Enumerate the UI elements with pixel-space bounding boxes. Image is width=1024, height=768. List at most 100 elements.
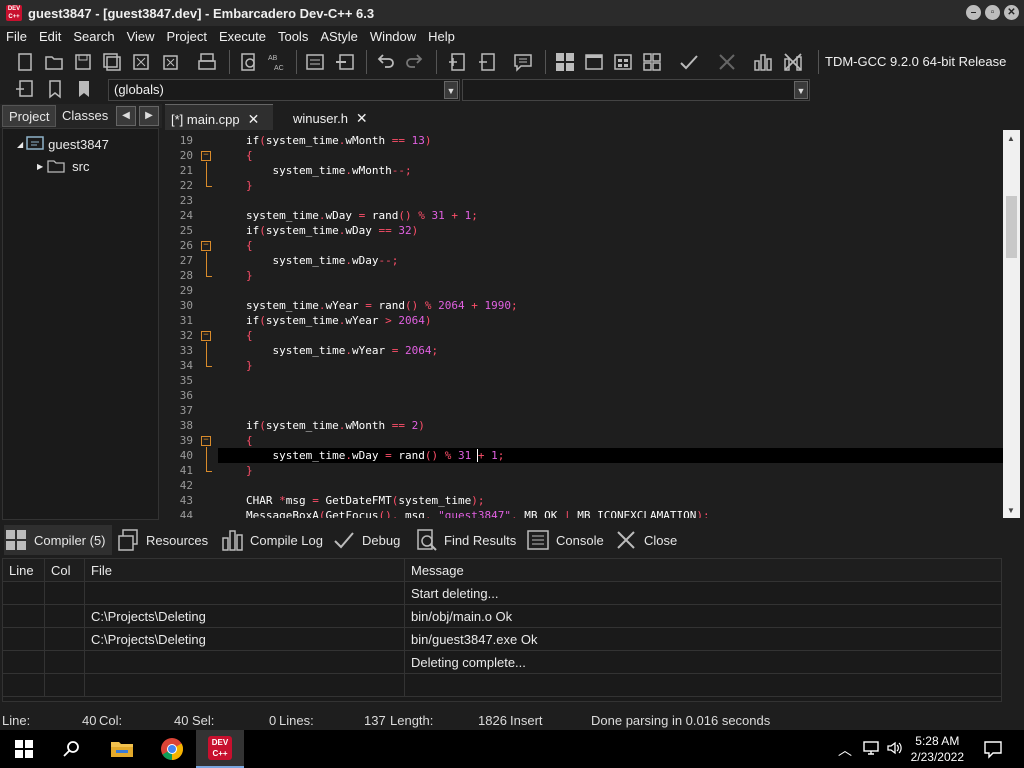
save-all-icon[interactable] — [101, 51, 123, 73]
scrollbar-thumb[interactable] — [1006, 196, 1017, 258]
network-icon[interactable] — [862, 739, 880, 760]
table-cell[interactable] — [3, 674, 45, 697]
code-line[interactable]: 26 {− — [165, 238, 1003, 253]
menu-astyle[interactable]: AStyle — [314, 29, 364, 44]
tab-classes[interactable]: Classes — [56, 105, 114, 127]
compiler-select[interactable]: TDM-GCC 9.2.0 64-bit Release — [818, 50, 1018, 74]
chrome-icon[interactable] — [148, 730, 196, 768]
tab-compile-log[interactable]: Compile Log — [220, 525, 323, 555]
menu-project[interactable]: Project — [161, 29, 213, 44]
new-file-icon[interactable] — [14, 51, 36, 73]
code-line[interactable]: 24 system_time.wDay = rand() % 31 + 1; — [165, 208, 1003, 223]
code-line[interactable]: 40 system_time.wDay = rand() % 31 + 1; — [180, 448, 1003, 463]
tab-find-results[interactable]: Find Results — [414, 525, 516, 555]
code-line[interactable]: 30 system_time.wYear = rand() % 2064 + 19… — [165, 298, 1003, 313]
undo-icon[interactable] — [374, 51, 396, 73]
code-line[interactable]: 27 system_time.wDay--; — [165, 253, 1003, 268]
table-cell[interactable]: C:\Projects\Deleting — [85, 628, 405, 651]
menu-help[interactable]: Help — [422, 29, 461, 44]
close-all-icon[interactable] — [159, 51, 181, 73]
file-explorer-icon[interactable] — [98, 730, 146, 768]
scroll-down-icon[interactable]: ▼ — [1007, 506, 1015, 515]
menu-edit[interactable]: Edit — [33, 29, 67, 44]
maximize-button[interactable]: ▫ — [985, 5, 1000, 20]
chevron-left-icon[interactable]: ◀ — [116, 106, 136, 126]
tab-main-cpp[interactable]: [*] main.cpp ✕ — [165, 104, 273, 130]
chevron-right-icon[interactable]: ▶ — [139, 106, 159, 126]
profile-icon[interactable] — [752, 51, 774, 73]
print-icon[interactable] — [196, 51, 218, 73]
table-cell[interactable] — [85, 651, 405, 674]
code-line[interactable]: 32 {− — [165, 328, 1003, 343]
close-window-button[interactable]: ✕ — [1004, 5, 1019, 20]
table-cell[interactable] — [85, 582, 405, 605]
compile-run-icon[interactable] — [612, 51, 634, 73]
code-line[interactable]: 20 {− — [165, 148, 1003, 163]
tab-resources[interactable]: Resources — [116, 525, 208, 555]
delete-profile-icon[interactable] — [782, 51, 804, 73]
collapse-arrow-icon[interactable]: ◢ — [17, 140, 23, 149]
fold-toggle-icon[interactable]: − — [201, 331, 211, 341]
goto-bookmark-icon[interactable] — [73, 78, 95, 100]
code-line[interactable]: 35 — [165, 373, 1003, 388]
fold-toggle-icon[interactable]: − — [201, 241, 211, 251]
code-line[interactable]: 37 — [165, 403, 1003, 418]
tab-console[interactable]: Console — [526, 525, 604, 555]
stop-execution-icon[interactable] — [716, 51, 738, 73]
code-line[interactable]: 36 — [165, 388, 1003, 403]
expand-arrow-icon[interactable]: ▶ — [37, 162, 43, 171]
scope-combo[interactable]: (globals) ▼ — [108, 79, 460, 101]
code-line[interactable]: 19 if(system_time.wMonth == 13) — [165, 133, 1003, 148]
code-line[interactable]: 31 if(system_time.wYear > 2064) — [165, 313, 1003, 328]
goto-icon[interactable] — [14, 78, 36, 100]
project-options-icon[interactable] — [512, 51, 534, 73]
menu-view[interactable]: View — [121, 29, 161, 44]
system-clock[interactable]: 5:28 AM 2/23/2022 — [911, 733, 964, 765]
tab-debug[interactable]: Debug — [332, 525, 400, 555]
table-cell[interactable]: bin/obj/main.o Ok — [405, 605, 1002, 628]
code-line[interactable]: 42 — [165, 478, 1003, 493]
table-cell[interactable]: Deleting complete... — [405, 651, 1002, 674]
syntax-check-icon[interactable] — [678, 51, 700, 73]
column-header-message[interactable]: Message — [405, 559, 1002, 582]
code-line[interactable]: 43 CHAR *msg = GetDateFMT(system_time); — [165, 493, 1003, 508]
close-file-icon[interactable] — [130, 51, 152, 73]
volume-icon[interactable] — [886, 739, 904, 760]
notifications-icon[interactable] — [983, 739, 1003, 762]
table-cell[interactable] — [45, 651, 85, 674]
close-tab-icon[interactable]: ✕ — [248, 111, 260, 127]
table-cell[interactable]: C:\Projects\Deleting — [85, 605, 405, 628]
close-tab-icon[interactable]: ✕ — [356, 110, 368, 126]
indent-icon[interactable] — [304, 51, 326, 73]
column-header-file[interactable]: File — [85, 559, 405, 582]
tree-node-src[interactable]: ▶ src — [37, 158, 90, 174]
redo-icon[interactable] — [404, 51, 426, 73]
table-cell[interactable]: Start deleting... — [405, 582, 1002, 605]
code-line[interactable]: 22} — [165, 178, 1003, 193]
find-icon[interactable] — [238, 51, 260, 73]
table-cell[interactable] — [45, 674, 85, 697]
compile-icon[interactable] — [554, 51, 576, 73]
code-line[interactable]: 25 if(system_time.wDay == 32) — [165, 223, 1003, 238]
function-combo[interactable]: ▼ — [462, 79, 810, 101]
column-header-line[interactable]: Line — [3, 559, 45, 582]
tree-node-project[interactable]: ◢ guest3847 — [17, 135, 109, 153]
search-icon[interactable] — [48, 730, 96, 768]
run-icon[interactable] — [583, 51, 605, 73]
code-line[interactable]: 23 — [165, 193, 1003, 208]
table-cell[interactable] — [3, 582, 45, 605]
save-icon[interactable] — [72, 51, 94, 73]
code-line[interactable]: 21 system_time.wMonth--; — [165, 163, 1003, 178]
devcpp-taskbar-icon[interactable]: DEV C++ — [196, 730, 244, 768]
editor-vertical-scrollbar[interactable]: ▲ ▼ — [1003, 130, 1020, 518]
table-cell[interactable] — [405, 674, 1002, 697]
code-line[interactable]: 28} — [165, 268, 1003, 283]
open-file-icon[interactable] — [43, 51, 65, 73]
chevron-down-icon[interactable]: ▼ — [794, 81, 808, 99]
code-line[interactable]: 44 MessageBoxA(GetFocus(), msg, "guest384… — [165, 508, 1003, 518]
fold-toggle-icon[interactable]: − — [201, 151, 211, 161]
remove-from-project-icon[interactable] — [476, 51, 498, 73]
scroll-up-icon[interactable]: ▲ — [1007, 134, 1015, 143]
menu-tools[interactable]: Tools — [272, 29, 314, 44]
table-cell[interactable] — [45, 582, 85, 605]
